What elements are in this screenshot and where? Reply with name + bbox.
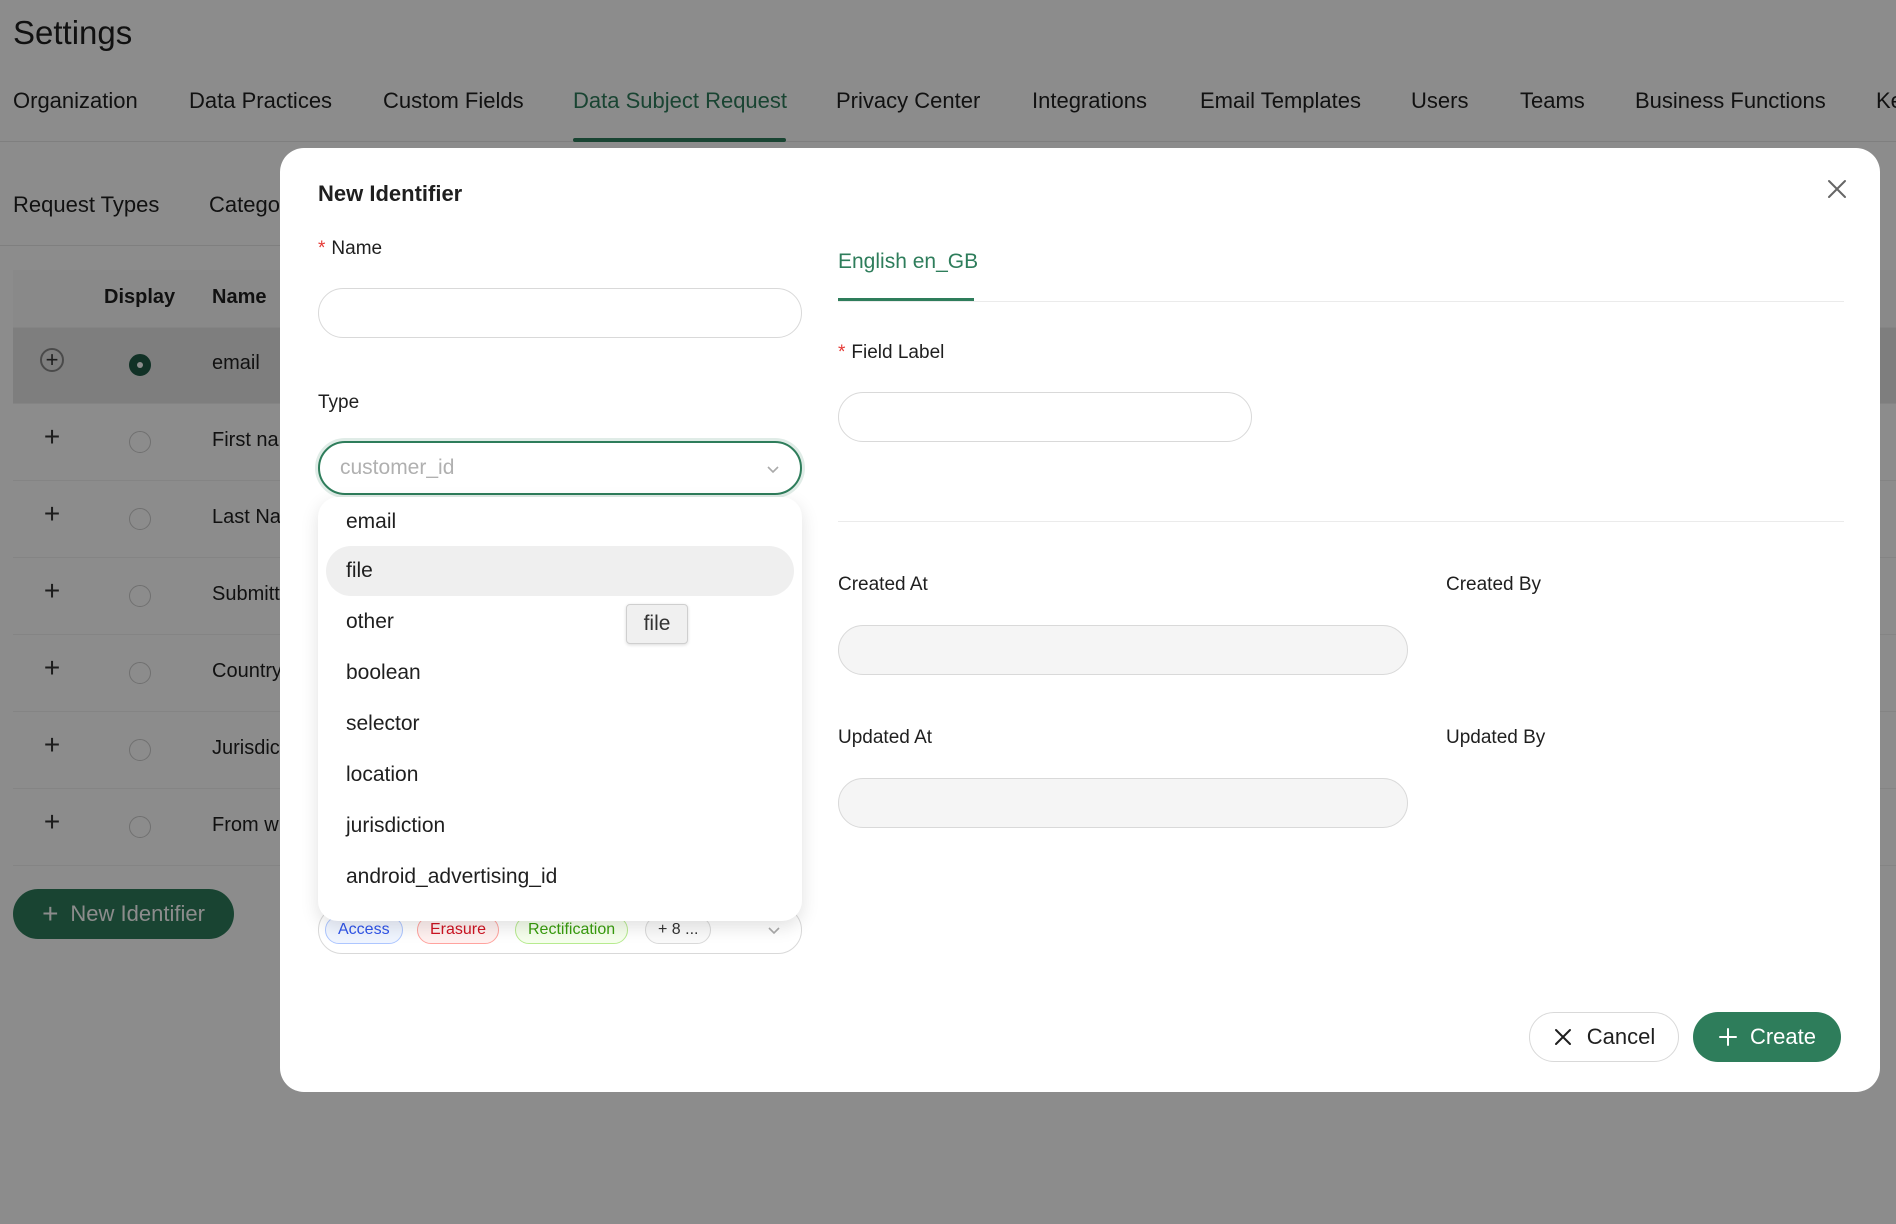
modal-title: New Identifier	[318, 181, 463, 206]
created-at-field	[838, 625, 1408, 675]
section-divider	[838, 521, 1844, 522]
option-jurisdiction[interactable]: jurisdiction	[326, 801, 794, 851]
name-label: * Name	[318, 238, 382, 260]
required-marker: *	[318, 238, 326, 259]
field-label-text: Field Label	[851, 342, 945, 363]
name-label-text: Name	[331, 238, 383, 259]
close-icon	[1554, 1029, 1571, 1045]
required-marker: *	[838, 342, 846, 363]
type-placeholder: customer_id	[340, 456, 455, 479]
option-email[interactable]: email	[326, 497, 794, 547]
field-label-input[interactable]	[838, 392, 1252, 442]
updated-by-label: Updated By	[1446, 727, 1546, 748]
create-label: Create	[1749, 1024, 1817, 1049]
option-selector[interactable]: selector	[326, 699, 794, 749]
option-label: file	[346, 559, 373, 582]
close-icon[interactable]	[1825, 177, 1849, 201]
cancel-button[interactable]: Cancel	[1529, 1012, 1679, 1062]
tab-locale-en-gb[interactable]: English en_GB	[838, 250, 978, 274]
option-boolean[interactable]: boolean	[326, 648, 794, 698]
option-location[interactable]: location	[326, 750, 794, 800]
option-label: location	[346, 763, 419, 786]
name-input[interactable]	[318, 288, 802, 338]
type-select[interactable]: customer_id	[318, 441, 802, 495]
type-label: Type	[318, 392, 360, 413]
created-by-label: Created By	[1446, 574, 1542, 595]
option-label: email	[346, 510, 397, 533]
chevron-down-icon	[767, 466, 779, 474]
option-label: android_advertising_id	[346, 865, 558, 888]
type-dropdown-menu: email file other boolean selector locati…	[318, 497, 802, 921]
cancel-label: Cancel	[1586, 1024, 1656, 1049]
updated-at-field	[838, 778, 1408, 828]
created-at-label: Created At	[838, 574, 928, 595]
locale-tab-divider	[838, 301, 1844, 302]
option-label: selector	[346, 712, 420, 735]
updated-at-label: Updated At	[838, 727, 933, 748]
create-button[interactable]: Create	[1693, 1012, 1841, 1062]
option-label: other	[346, 610, 394, 633]
option-other[interactable]: other	[326, 597, 794, 647]
option-file[interactable]: file	[326, 546, 794, 596]
option-label: boolean	[346, 661, 421, 684]
field-label-label: * Field Label	[838, 342, 944, 364]
option-android-advertising-id[interactable]: android_advertising_id	[326, 852, 794, 902]
option-tooltip: file	[626, 604, 688, 644]
chevron-down-icon	[768, 927, 780, 935]
plus-icon	[1718, 1028, 1737, 1046]
option-label: jurisdiction	[346, 814, 446, 837]
